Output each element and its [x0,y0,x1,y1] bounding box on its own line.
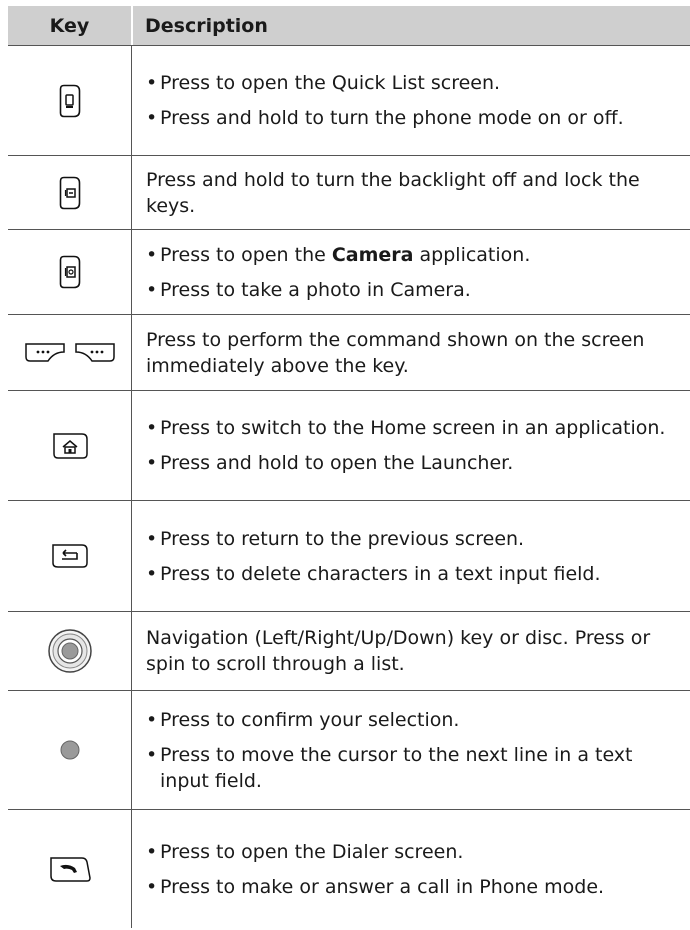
key-cell [8,230,131,314]
list-item: • Press and hold to turn the phone mode o… [146,107,624,129]
camera-key-icon [59,255,81,289]
key-cell [8,691,131,809]
list-item: • Press and hold to open the Launcher. [146,452,514,474]
list-item: • Press to open the Dialer screen. [146,840,464,863]
table-row: • Press to confirm your selection. • Press… [8,690,690,809]
list-item: • Press to open the Camera application. [146,243,531,266]
back-key-icon [50,542,90,570]
phone-mode-key-icon [59,84,81,118]
list-item: • Press to delete characters in a text in… [146,562,601,585]
description-cell: Navigation (Left/Right/Up/Down) key or d… [131,612,690,690]
description-cell: • Press to open the Camera application. … [131,230,690,314]
table-row: • Press to open the Dialer screen. • Press… [8,809,690,928]
key-description-table: Key Description • Press to open the Quick… [8,6,690,928]
key-cell [8,612,131,690]
table-row: Press to perform the command shown on th… [8,314,690,390]
table-row: • Press to open the Camera application. … [8,229,690,314]
key-cell [8,810,131,928]
key-cell [8,501,131,611]
key-cell [8,391,131,500]
table-row: • Press to switch to the Home screen in a… [8,390,690,500]
list-item: • Press to confirm your selection. [146,708,460,731]
home-key-icon [51,432,89,460]
description-cell: • Press to confirm your selection. • Press… [131,691,690,809]
description-cell: • Press to return to the previous screen.… [131,501,690,611]
description-cell: Press and hold to turn the backlight off… [131,156,690,229]
table-row: Navigation (Left/Right/Up/Down) key or d… [8,611,690,690]
list-item: • Press to return to the previous screen. [146,527,525,550]
description-cell: • Press to switch to the Home screen in a… [131,391,690,500]
dial-key-icon [48,854,92,884]
soft-keys-icon [24,341,116,365]
list-item: • Press to open the Quick List screen. [146,72,501,94]
key-cell [8,315,131,390]
table-row: Press and hold to turn the backlight off… [8,155,690,229]
table-header: Key Description [8,6,690,45]
key-column-header: Key [49,14,90,37]
list-item: • Press to make or answer a call in Phone… [146,875,605,898]
key-cell [8,156,131,229]
table-row: • Press to return to the previous screen.… [8,500,690,611]
lock-key-icon [59,176,81,210]
list-item: • Press to switch to the Home screen in a… [146,417,666,439]
description-cell: • Press to open the Quick List screen. • P… [131,46,690,155]
list-item: • Press to take a photo in Camera. [146,278,471,301]
table-row: • Press to open the Quick List screen. • P… [8,45,690,155]
description-cell: Press to perform the command shown on th… [131,315,690,390]
list-item: • Press to move the cursor to the next li… [146,743,633,792]
confirm-key-icon [59,739,81,761]
navigation-disc-icon [47,628,93,674]
description-cell: • Press to open the Dialer screen. • Press… [131,810,690,928]
description-column-header: Description [131,6,690,45]
key-cell [8,46,131,155]
